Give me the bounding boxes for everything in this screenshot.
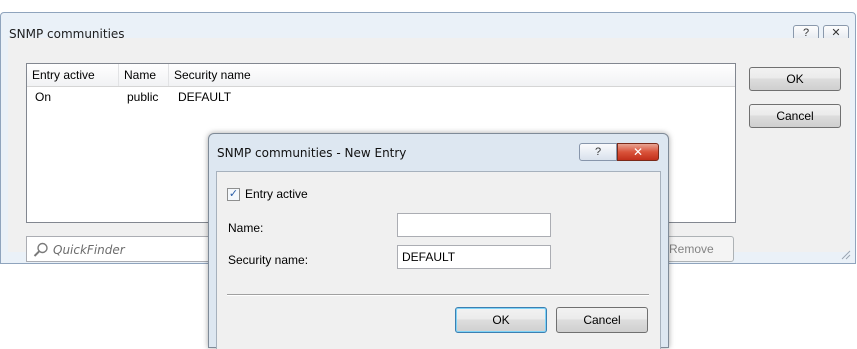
quickfinder-placeholder: QuickFinder (53, 243, 125, 257)
column-header-name[interactable]: Name (119, 64, 169, 86)
cell-name: public (127, 90, 159, 104)
ok-button[interactable]: OK (749, 67, 841, 91)
column-header-security-name[interactable]: Security name (169, 64, 735, 86)
quickfinder-input[interactable]: QuickFinder (26, 236, 211, 262)
dialog-help-button[interactable]: ? (579, 143, 617, 161)
cell-security-name: DEFAULT (178, 90, 232, 104)
table-header: Entry active Name Security name (27, 64, 735, 87)
checkbox-checked-icon: ✓ (227, 188, 240, 201)
name-label: Name: (228, 221, 264, 235)
new-entry-dialog: SNMP communities - New Entry ? ✕ ✓ Entry… (208, 133, 669, 349)
cell-entry-active: On (35, 90, 52, 104)
resize-grip-icon[interactable] (839, 248, 851, 260)
cancel-button[interactable]: Cancel (749, 104, 841, 128)
dialog-close-button[interactable]: ✕ (617, 143, 659, 161)
dialog-cancel-button[interactable]: Cancel (556, 307, 648, 333)
dialog-separator (227, 294, 649, 296)
dialog-title: SNMP communities - New Entry (217, 146, 407, 160)
entry-active-label: Entry active (245, 187, 308, 201)
dialog-ok-button[interactable]: OK (455, 307, 547, 333)
name-field[interactable] (397, 213, 551, 237)
search-icon (33, 242, 48, 257)
dialog-body: ✓ Entry active Name: Security name: DEFA… (216, 171, 661, 349)
security-name-label: Security name: (228, 253, 309, 267)
column-header-entry-active[interactable]: Entry active (27, 64, 119, 86)
security-name-field[interactable]: DEFAULT (397, 245, 551, 269)
